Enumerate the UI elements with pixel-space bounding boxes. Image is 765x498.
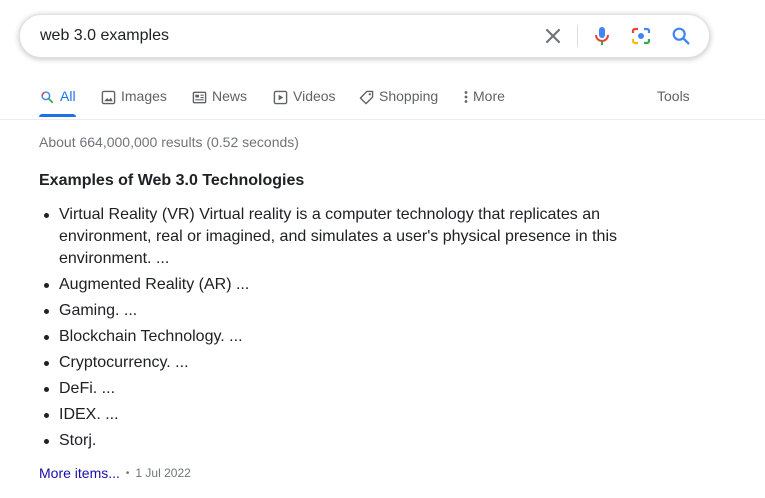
tab-videos-label: Videos: [293, 88, 336, 104]
tab-images-label: Images: [121, 88, 167, 104]
list-item: Blockchain Technology. ...: [44, 326, 659, 348]
tab-shopping-label: Shopping: [379, 88, 439, 104]
snippet-footer: More items... • 1 Jul 2022: [39, 465, 191, 481]
tab-videos[interactable]: Videos: [272, 88, 336, 118]
featured-snippet-list: Virtual Reality (VR) Virtual reality is …: [39, 204, 659, 456]
search-input[interactable]: [40, 15, 520, 57]
play-icon: [272, 89, 288, 105]
tools-label: Tools: [657, 88, 690, 104]
list-item: DeFi. ...: [44, 378, 659, 400]
tab-all-label: All: [60, 88, 76, 104]
search-tabs: All Images News Videos Shopping More Too…: [0, 78, 765, 120]
snippet-date: 1 Jul 2022: [135, 466, 191, 480]
tab-shopping[interactable]: Shopping: [358, 88, 438, 118]
featured-snippet-title: Examples of Web 3.0 Technologies: [39, 172, 305, 189]
list-item: Augmented Reality (AR) ...: [44, 274, 659, 296]
list-item: Storj.: [44, 430, 659, 452]
search-icon: [39, 89, 55, 105]
tab-news-label: News: [212, 88, 248, 104]
search-bar: [19, 14, 710, 58]
tab-more[interactable]: More: [462, 88, 505, 118]
more-items-link[interactable]: More items...: [39, 465, 120, 481]
list-item: Gaming. ...: [44, 300, 659, 322]
search-results-page: All Images News: [0, 0, 765, 498]
search-icon[interactable]: [669, 24, 693, 48]
tab-news[interactable]: News: [191, 88, 247, 118]
tab-more-label: More: [473, 88, 505, 104]
list-item: Virtual Reality (VR) Virtual reality is …: [44, 204, 659, 270]
tag-icon: [358, 89, 374, 105]
camera-icon[interactable]: [629, 24, 653, 48]
search-bar-divider: [577, 25, 578, 47]
microphone-icon[interactable]: [590, 24, 614, 48]
newspaper-icon: [191, 89, 207, 105]
separator-dot: •: [125, 467, 130, 479]
tools-button[interactable]: Tools: [657, 88, 690, 118]
tab-images[interactable]: Images: [100, 88, 167, 118]
tab-all[interactable]: All: [39, 88, 76, 118]
image-icon: [100, 89, 116, 105]
clear-icon[interactable]: [541, 24, 565, 48]
list-item: Cryptocurrency. ...: [44, 352, 659, 374]
result-stats: About 664,000,000 results (0.52 seconds): [39, 134, 299, 150]
list-item: IDEX. ...: [44, 404, 659, 426]
more-vert-icon: [462, 89, 470, 105]
